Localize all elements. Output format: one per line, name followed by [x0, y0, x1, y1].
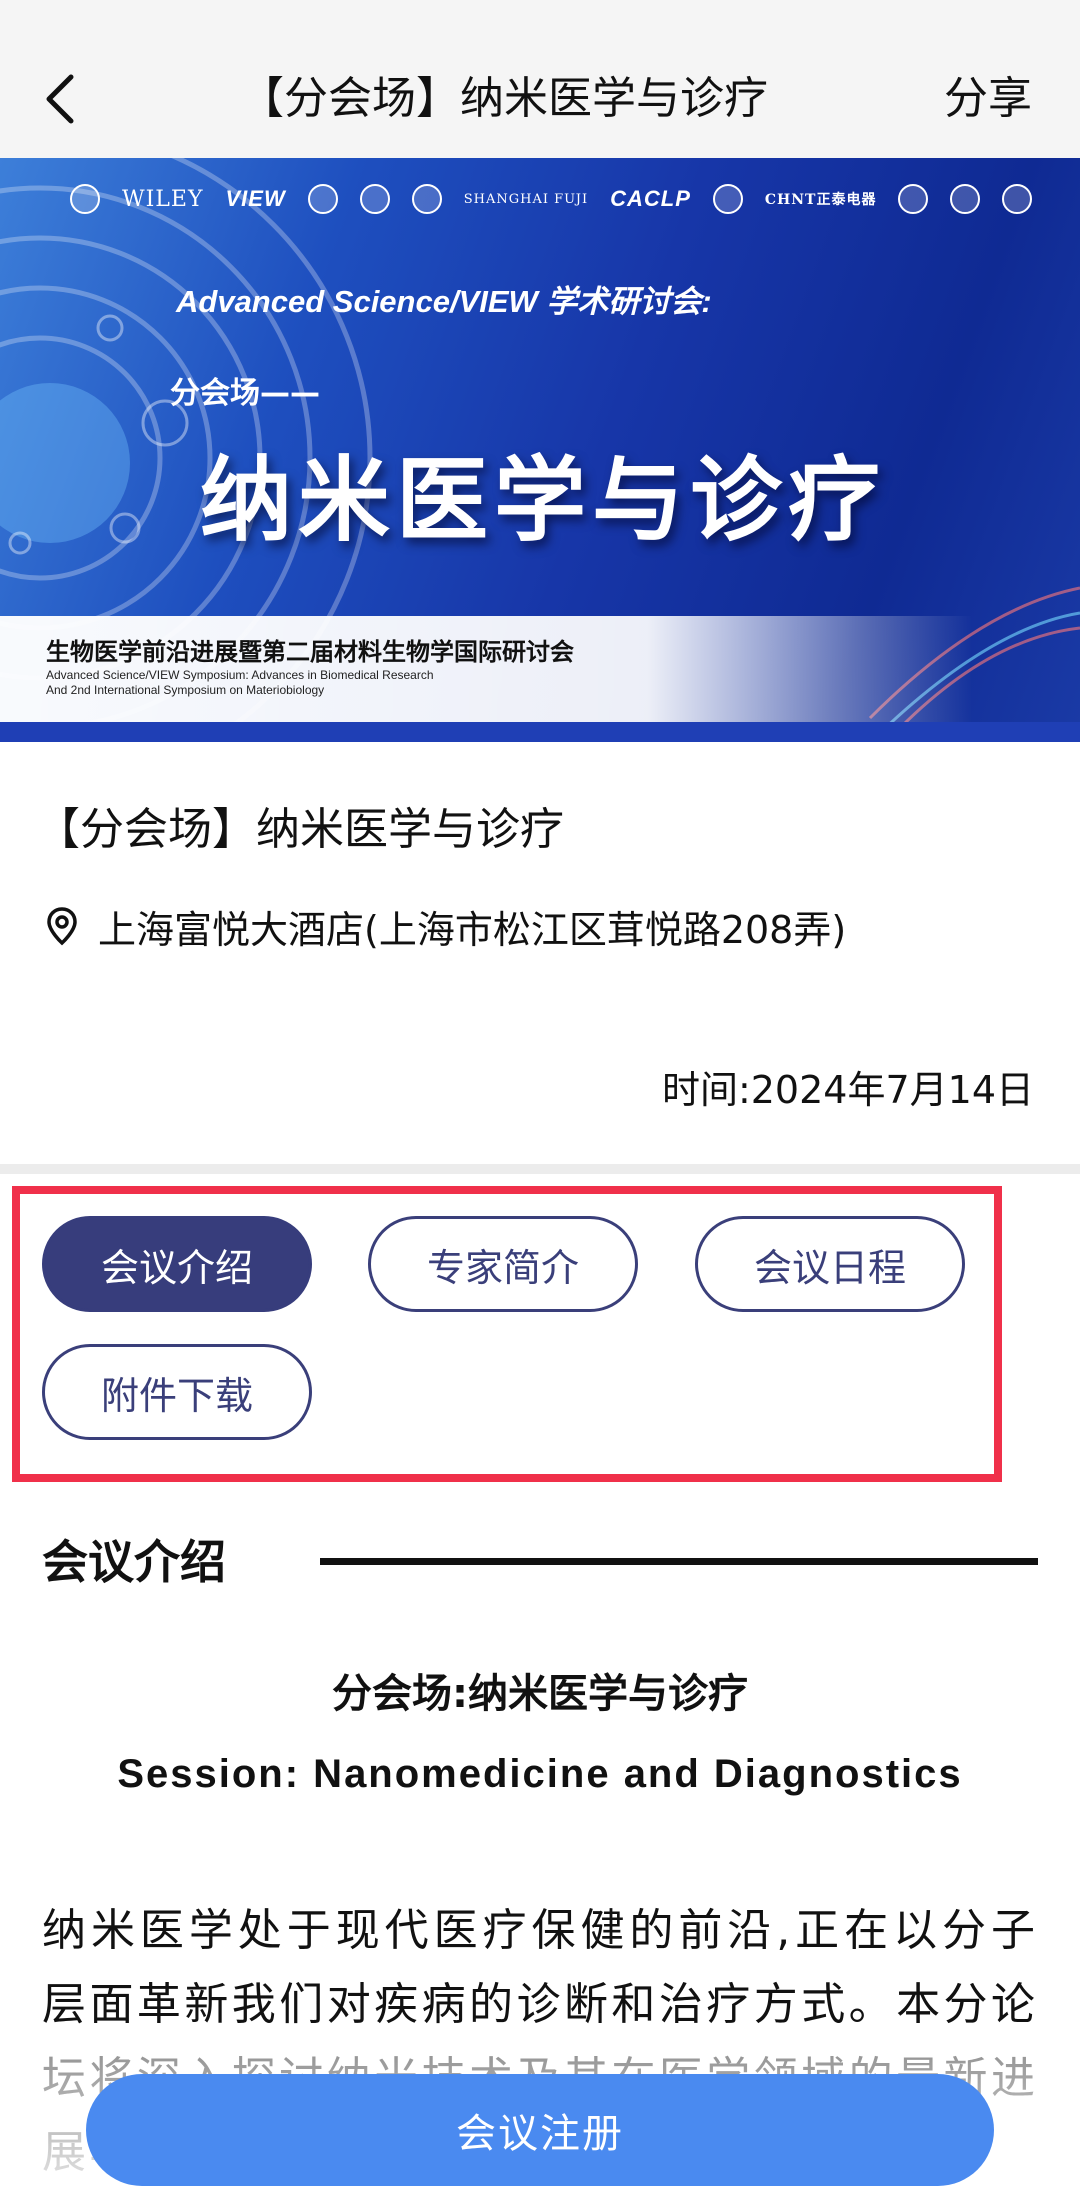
event-banner: WILEY VIEW SHANGHAI FUJI CACLP CHNT正泰电器 …: [0, 158, 1080, 742]
event-location: 上海富悦大酒店(上海市松江区茸悦路208弄): [44, 898, 846, 954]
tab-expert-intro[interactable]: 专家简介: [368, 1216, 638, 1312]
chevron-left-icon: [46, 74, 74, 124]
sponsor-seal-icon: [898, 184, 929, 214]
banner-branch-label: 分会场——: [170, 376, 320, 411]
section-title: 会议介绍: [42, 1535, 226, 1589]
banner-subtitle: Advanced Science/VIEW 学术研讨会:: [176, 284, 712, 319]
banner-caption-cn: 生物医学前沿进展暨第二届材料生物学国际研讨会: [46, 638, 574, 666]
back-button[interactable]: [36, 66, 84, 132]
sponsor-logo-shanghai-fuji: SHANGHAI FUJI: [463, 191, 589, 207]
sponsor-logos: WILEY VIEW SHANGHAI FUJI CACLP CHNT正泰电器: [70, 176, 1033, 222]
banner-main-title: 纳米医学与诊疗: [200, 447, 887, 554]
tab-conference-intro[interactable]: 会议介绍: [42, 1216, 312, 1312]
tab-attachment-download[interactable]: 附件下载: [42, 1344, 312, 1440]
sponsor-seal-icon: [712, 184, 743, 214]
banner-caption-en: Advanced Science/VIEW Symposium: Advance…: [46, 668, 434, 698]
event-title: 【分会场】纳米医学与诊疗: [36, 804, 564, 855]
top-bar: 【分会场】纳米医学与诊疗 分享: [0, 0, 1080, 158]
section-divider: [0, 1164, 1080, 1174]
section-title-rule: [320, 1558, 1038, 1565]
sponsor-logo-wiley: WILEY: [122, 186, 204, 212]
location-text: 上海富悦大酒店(上海市松江区茸悦路208弄): [98, 907, 847, 952]
sponsor-seal-icon: [359, 184, 390, 214]
event-time: 时间:2024年7月14日: [661, 1068, 1034, 1112]
tab-conference-schedule[interactable]: 会议日程: [695, 1216, 965, 1312]
banner-caption-en-line2: And 2nd International Symposium on Mater…: [46, 683, 325, 697]
page-title: 【分会场】纳米医学与诊疗: [240, 73, 768, 124]
sponsor-logo-caclp: CACLP: [610, 186, 691, 211]
register-button[interactable]: 会议注册: [86, 2074, 994, 2186]
location-pin-icon: [47, 907, 77, 946]
sponsor-logo-chnt: CHNT正泰电器: [764, 192, 877, 208]
share-button[interactable]: 分享: [944, 66, 1032, 132]
session-subtitle-en: Session: Nanomedicine and Diagnostics: [117, 1752, 963, 1796]
banner-caption-en-line1: Advanced Science/VIEW Symposium: Advance…: [46, 668, 434, 682]
sponsor-seal-icon: [307, 184, 338, 214]
session-subtitle-cn: 分会场:纳米医学与诊疗: [332, 1671, 748, 1717]
banner-bottom-bar: [0, 722, 1080, 742]
sponsor-logo-view: VIEW: [225, 186, 286, 211]
sponsor-seal-icon: [70, 184, 100, 214]
sponsor-seal-icon: [411, 184, 442, 214]
